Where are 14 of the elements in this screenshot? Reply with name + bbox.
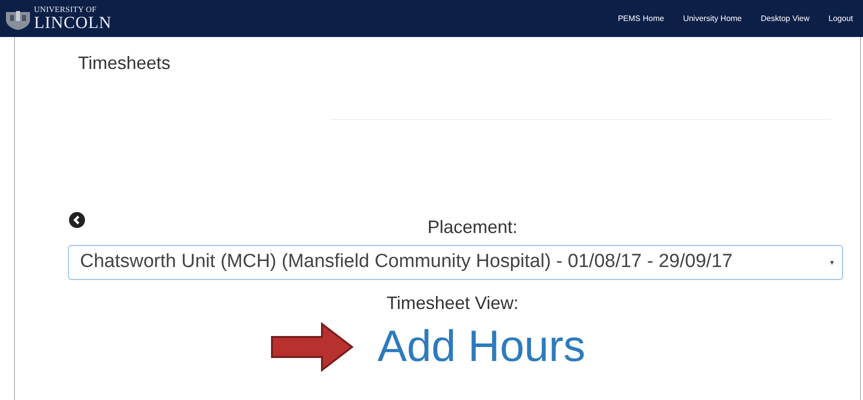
dropdown-icon [830,260,834,264]
add-hours-link[interactable]: Add Hours [378,319,586,374]
page-title: Timesheets [78,52,170,75]
placement-label: Placement: [427,216,518,239]
back-icon[interactable] [69,212,85,228]
arrow-icon [270,322,354,372]
nav-link[interactable]: Logout [828,12,853,24]
view-label: Timesheet View: [386,292,519,315]
logo-text: LINCOLN [34,14,112,31]
nav-link[interactable]: University Home [683,12,742,24]
nav-link[interactable]: PEMS Home [618,12,664,24]
logo-text: UNIVERSITY OF [34,6,98,14]
nav-link[interactable]: Desktop View [760,12,810,24]
placement-select[interactable]: Chatsworth Unit (MCH) (Mansfield Community Hospital) - 01/08/17 - 29/09/17 [68,245,843,280]
